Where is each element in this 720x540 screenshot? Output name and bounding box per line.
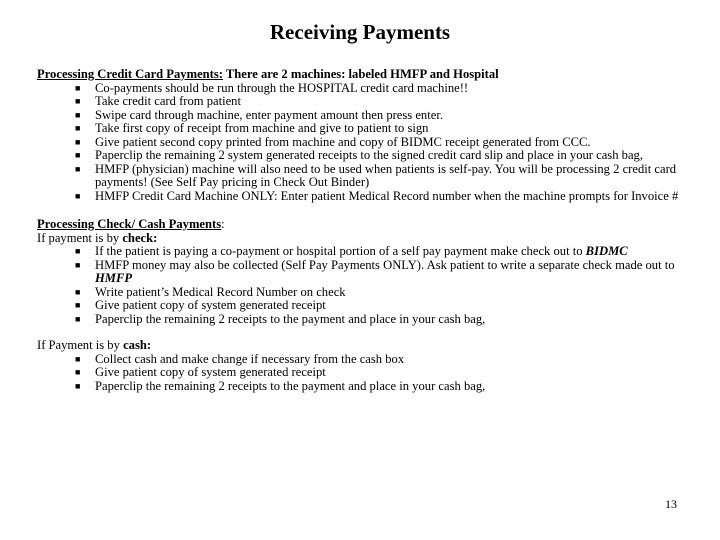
bullet-icon: ■ xyxy=(75,163,81,174)
cash-intro: If Payment is by cash: xyxy=(37,338,152,352)
list-item: ■ Swipe card through machine, enter payme… xyxy=(75,107,443,122)
document-body: Processing Credit Card Payments: There a… xyxy=(37,67,697,394)
credit-card-heading-underlined: Processing Credit Card Payments: xyxy=(37,67,223,81)
list-item: ■ HMFP (physician) machine will also need… xyxy=(75,161,677,189)
bullet-icon: ■ xyxy=(75,259,81,270)
page-title: Receiving Payments xyxy=(269,20,451,44)
bullet-icon: ■ xyxy=(75,286,81,297)
bullet-icon: ■ xyxy=(75,367,81,377)
check-intro: If payment is by check: xyxy=(37,230,158,245)
list-item: ■ Give patient second copy printed from m… xyxy=(75,134,591,149)
list-item: ■ Give patient copy of system generated r… xyxy=(75,298,326,312)
bullet-icon: ■ xyxy=(75,246,81,256)
check-cash-heading: Processing Check/ Cash Payments: xyxy=(37,217,225,231)
bullet-icon: ■ xyxy=(75,123,81,133)
page-number: 13 xyxy=(665,497,677,511)
bullet-icon: ■ xyxy=(75,190,81,201)
check-list: ■ If the patient is paying a co-payment o… xyxy=(37,244,697,326)
list-item: ■ Co-payments should be run through the H… xyxy=(75,80,469,95)
credit-card-heading-rest: There are 2 machines: labeled HMFP and H… xyxy=(222,67,499,81)
bullet-icon: ■ xyxy=(75,380,81,391)
bullet-icon: ■ xyxy=(75,96,81,106)
list-item: ■ Paperclip the remaining 2 system genera… xyxy=(75,148,643,162)
credit-card-list: ■ Co-payments should be run through the H… xyxy=(37,80,697,204)
cash-list: ■ Collect cash and make change if necessa… xyxy=(37,351,697,394)
list-item: ■ Paperclip the remaining 2 receipts to t… xyxy=(75,378,486,393)
list-item: ■ If the patient is paying a co-payment o… xyxy=(75,244,628,258)
bullet-icon: ■ xyxy=(75,150,81,160)
bullet-icon: ■ xyxy=(75,353,81,364)
bullet-icon: ■ xyxy=(75,109,81,120)
check-cash-heading-underlined: Processing Check/ Cash Payments xyxy=(37,217,222,231)
list-item: ■ Take credit card from patient xyxy=(75,94,241,108)
list-item: ■ Give patient copy of system generated r… xyxy=(75,365,326,379)
list-item: ■ Write patient’s Medical Record Number o… xyxy=(75,284,346,299)
list-item: ■ HMFP money may also be collected (Self … xyxy=(75,257,675,285)
credit-card-heading: Processing Credit Card Payments: There a… xyxy=(37,67,697,82)
bullet-icon: ■ xyxy=(75,313,81,324)
bullet-icon: ■ xyxy=(75,300,81,310)
bullet-icon: ■ xyxy=(75,136,81,147)
list-item: ■ Paperclip the remaining 2 receipts to t… xyxy=(75,311,486,326)
list-item: ■ HMFP Credit Card Machine ONLY: Enter pa… xyxy=(75,188,679,203)
list-item: ■ Take first copy of receipt from machine… xyxy=(75,121,429,135)
list-item: ■ Collect cash and make change if necessa… xyxy=(75,351,405,366)
bullet-icon: ■ xyxy=(75,82,81,93)
